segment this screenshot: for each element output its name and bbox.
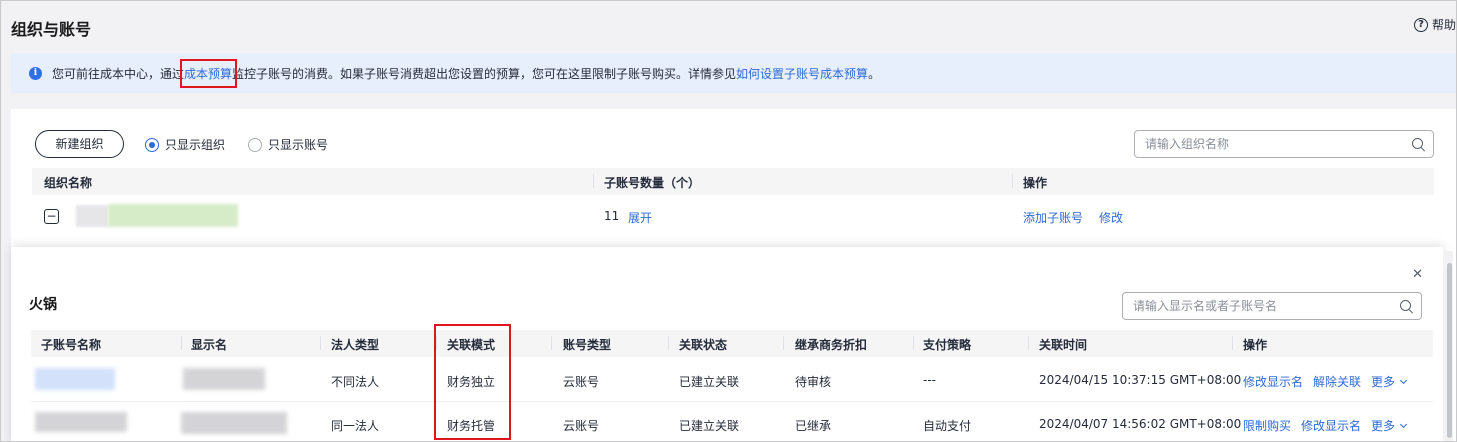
col-org-name: 组织名称 xyxy=(44,176,93,190)
question-icon: ? xyxy=(1413,17,1428,32)
table-row: 不同法人 财务独立 云账号 已建立关联 待审核 --- 2024/04/15 1… xyxy=(31,358,1433,402)
account-type: 云账号 xyxy=(563,419,600,433)
legal-type: 同一法人 xyxy=(331,419,380,433)
col-legal-type: 法人类型 xyxy=(331,338,380,352)
restrict-purchase-link[interactable]: 限制购买 xyxy=(1243,417,1291,434)
account-type: 云账号 xyxy=(563,375,600,389)
radio-show-accounts[interactable]: 只显示账号 xyxy=(248,136,328,153)
more-label: 更多 xyxy=(1371,375,1396,389)
col-display-name: 显示名 xyxy=(191,338,228,352)
payment-policy: --- xyxy=(923,373,936,387)
link-mode: 财务独立 xyxy=(447,375,496,389)
col-divider xyxy=(1012,174,1013,188)
edit-display-name-link[interactable]: 修改显示名 xyxy=(1243,373,1303,390)
col-divider xyxy=(1028,336,1029,350)
link-status: 已建立关联 xyxy=(679,375,740,389)
chevron-down-icon xyxy=(1399,376,1408,385)
help-label: 帮助 xyxy=(1431,18,1456,32)
more-dropdown[interactable]: 更多 xyxy=(1371,373,1408,390)
redacted-sub-name[interactable] xyxy=(35,412,127,432)
close-icon[interactable]: ✕ xyxy=(1412,267,1423,282)
redacted-display-name xyxy=(183,368,265,390)
budget-help-link[interactable]: 如何设置子账号成本预算 xyxy=(736,65,868,82)
redacted-text xyxy=(76,205,108,227)
panel-title: 火锅 xyxy=(29,297,57,313)
col-divider xyxy=(668,336,669,350)
org-search xyxy=(1134,130,1434,158)
discount-status: 待审核 xyxy=(795,375,832,389)
col-link-status: 关联状态 xyxy=(679,338,728,352)
expand-link[interactable]: 展开 xyxy=(628,209,652,226)
help-link[interactable]: ? 帮助 xyxy=(1413,16,1456,33)
col-divider xyxy=(320,336,321,350)
col-divider xyxy=(436,336,437,350)
radio-orgs-label: 只显示组织 xyxy=(165,138,226,152)
sub-search xyxy=(1122,292,1422,320)
col-account-type: 账号类型 xyxy=(563,338,612,352)
col-actions: 操作 xyxy=(1243,338,1268,352)
discount-status: 已继承 xyxy=(795,419,832,433)
sub-table-header: 子账号名称 显示名 法人类型 关联模式 账号类型 关联状态 继承商务折扣 支付策… xyxy=(31,330,1433,357)
cost-budget-link[interactable]: 成本预算 xyxy=(180,58,238,88)
notice-text-3: 。 xyxy=(868,66,881,81)
edit-org-link[interactable]: 修改 xyxy=(1099,209,1123,226)
search-icon[interactable] xyxy=(1412,137,1425,151)
org-row: − 11 展开 添加子账号 修改 xyxy=(32,197,1434,237)
redacted-org-name xyxy=(108,204,238,227)
info-icon: i xyxy=(29,66,42,80)
radio-show-orgs[interactable]: 只显示组织 xyxy=(145,136,225,153)
sub-count-value: 11 xyxy=(604,209,620,223)
link-mode: 财务托管 xyxy=(447,419,496,433)
add-sub-account-link[interactable]: 添加子账号 xyxy=(1023,209,1083,226)
col-link-mode: 关联模式 xyxy=(447,338,496,352)
sub-account-panel: ✕ 火锅 子账号名称 显示名 法人类型 关联模式 账号类型 关联状态 继承商务折… xyxy=(11,247,1443,441)
legal-type: 不同法人 xyxy=(331,375,380,389)
col-discount: 继承商务折扣 xyxy=(795,338,868,352)
app-frame: 组织与账号 ? 帮助 i 您可前往成本中心，通过 成本预算 监控子账号的消费。如… xyxy=(0,0,1457,442)
col-sub-name: 子账号名称 xyxy=(41,338,102,352)
link-time: 2024/04/15 10:37:15 GMT+08:00 xyxy=(1039,373,1242,387)
notice-text-1: 您可前往成本中心，通过 xyxy=(52,66,185,81)
new-org-button[interactable]: 新建组织 xyxy=(35,130,124,158)
redacted-sub-name[interactable] xyxy=(35,368,115,390)
col-sub-count: 子账号数量（个） xyxy=(604,176,701,190)
col-divider xyxy=(593,174,594,188)
col-divider xyxy=(1232,336,1233,350)
link-time: 2024/04/07 14:56:02 GMT+08:00 xyxy=(1039,417,1242,431)
table-row: 同一法人 财务托管 云账号 已建立关联 已继承 自动支付 2024/04/07 … xyxy=(31,402,1433,441)
org-table-header: 组织名称 子账号数量（个） 操作 xyxy=(32,168,1434,195)
search-icon[interactable] xyxy=(1400,299,1413,313)
more-dropdown[interactable]: 更多 xyxy=(1371,417,1408,434)
page-title: 组织与账号 xyxy=(11,20,92,39)
link-status: 已建立关联 xyxy=(679,419,740,433)
redacted-display-name xyxy=(181,412,287,434)
sub-search-input[interactable] xyxy=(1133,299,1400,313)
col-payment: 支付策略 xyxy=(923,338,972,352)
info-notice: i 您可前往成本中心，通过 成本预算 监控子账号的消费。如果子账号消费超出您设置… xyxy=(11,53,1456,93)
edit-display-name-link[interactable]: 修改显示名 xyxy=(1301,417,1361,434)
notice-text-2: 监控子账号的消费。如果子账号消费超出您设置的预算，您可在这里限制子账号购买。详情… xyxy=(232,66,737,81)
scrollbar-thumb[interactable] xyxy=(1447,263,1452,438)
col-divider xyxy=(783,336,784,350)
col-divider xyxy=(181,336,182,350)
col-divider xyxy=(551,336,552,350)
payment-policy: 自动支付 xyxy=(923,419,972,433)
col-divider xyxy=(913,336,914,350)
radio-accounts-label: 只显示账号 xyxy=(268,138,329,152)
more-label: 更多 xyxy=(1371,419,1396,433)
org-search-input[interactable] xyxy=(1145,137,1412,151)
radio-unchecked-icon xyxy=(248,137,262,152)
col-actions: 操作 xyxy=(1023,176,1048,190)
unlink-link[interactable]: 解除关联 xyxy=(1313,373,1361,390)
col-time: 关联时间 xyxy=(1039,338,1088,352)
chevron-down-icon xyxy=(1399,420,1408,429)
radio-checked-icon xyxy=(145,137,159,152)
collapse-icon[interactable]: − xyxy=(44,209,59,224)
